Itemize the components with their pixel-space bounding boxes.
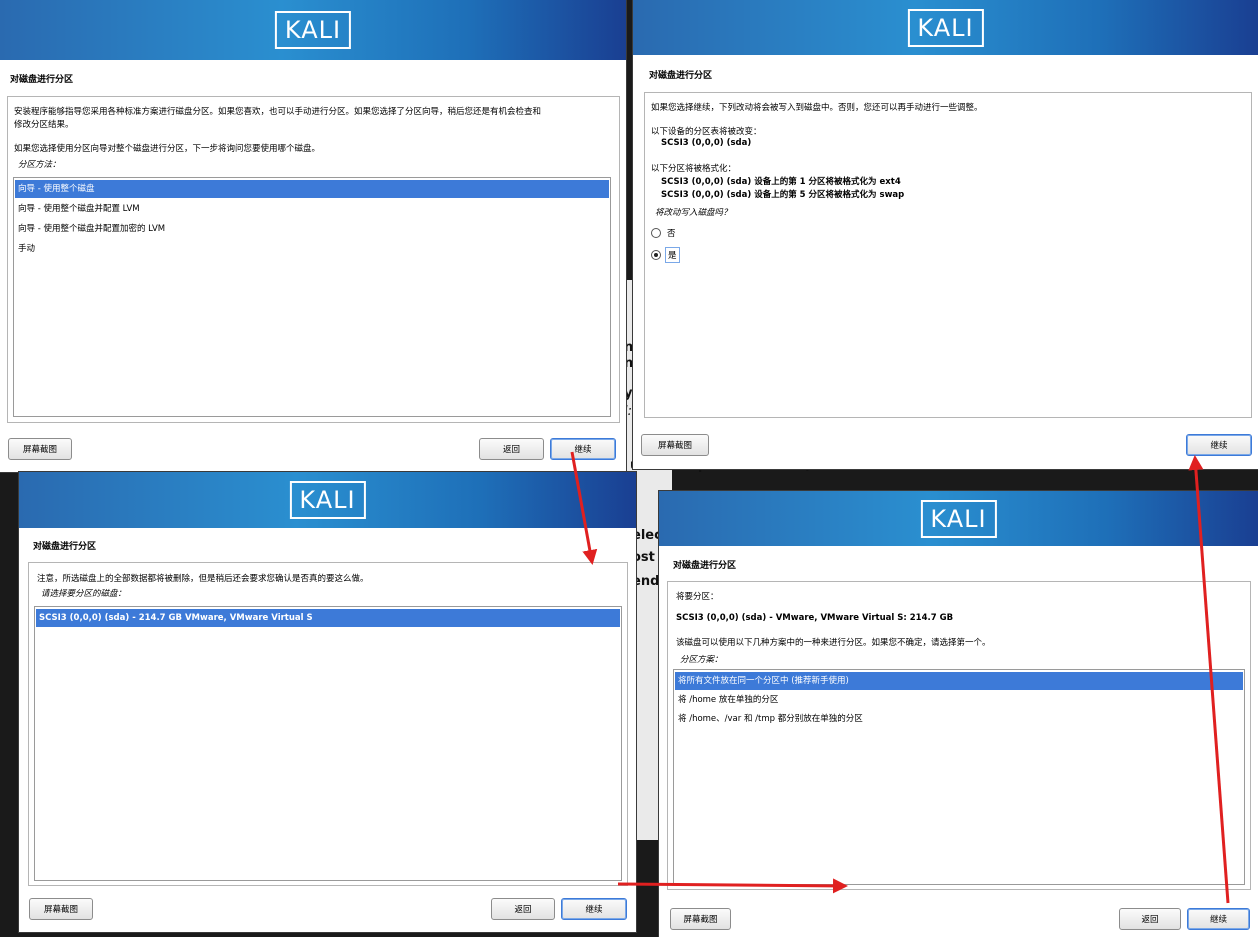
annotation-arrows xyxy=(570,451,1230,904)
arrow-to-scheme-window xyxy=(617,878,848,894)
arrow-to-disk-selection xyxy=(570,451,598,565)
arrow-to-confirm-window xyxy=(1188,455,1230,904)
